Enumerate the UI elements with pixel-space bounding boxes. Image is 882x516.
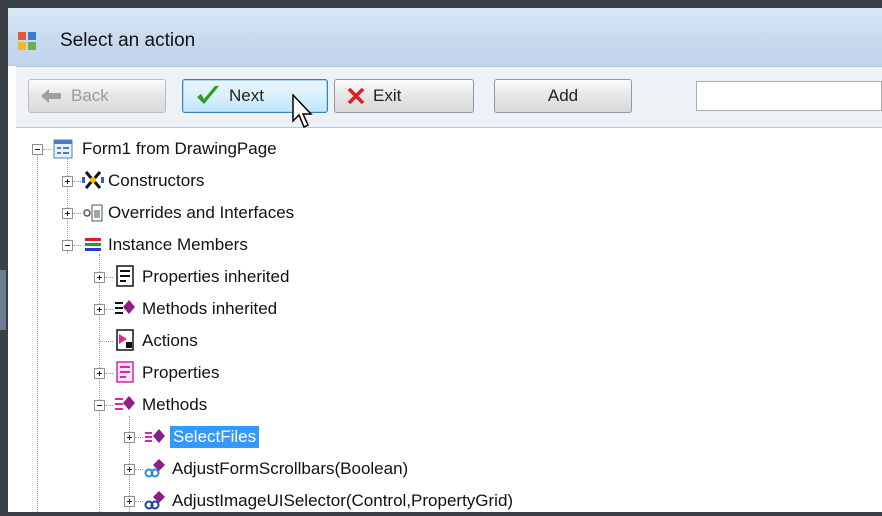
linked-method-icon bbox=[144, 459, 165, 478]
methods-inherited-icon bbox=[115, 300, 135, 314]
instance-members-icon bbox=[85, 238, 101, 251]
select-action-window: Select an action Back Next Exit Add Form… bbox=[8, 8, 882, 512]
tree-node-actions[interactable]: Actions bbox=[26, 326, 426, 356]
checkmark-icon bbox=[197, 86, 219, 104]
tree-node-label: SelectFiles bbox=[170, 426, 260, 448]
tree-node-label: Form1 from DrawingPage bbox=[82, 139, 277, 158]
search-input[interactable] bbox=[696, 81, 882, 111]
back-arrow-icon bbox=[41, 89, 61, 103]
tree-node-label: Overrides and Interfaces bbox=[108, 203, 295, 222]
expand-toggle[interactable] bbox=[62, 176, 73, 187]
properties-icon bbox=[116, 361, 134, 383]
expand-toggle[interactable] bbox=[94, 368, 105, 379]
tree-node-label: Instance Members bbox=[108, 235, 248, 254]
expand-toggle[interactable] bbox=[124, 432, 135, 443]
background-edge bbox=[0, 270, 6, 330]
mouse-cursor-icon bbox=[292, 94, 313, 129]
title-bar[interactable]: Select an action bbox=[8, 8, 882, 66]
tree-node-label: Constructors bbox=[108, 171, 205, 190]
methods-icon bbox=[115, 396, 135, 410]
tree-node-root[interactable]: Form1 from DrawingPage bbox=[26, 134, 426, 164]
tree-node-adjust-form-scrollbars[interactable]: AdjustFormScrollbars(Boolean) bbox=[26, 454, 546, 484]
tree-node-label: Methods bbox=[142, 395, 208, 414]
tree-node-overrides[interactable]: Overrides and Interfaces bbox=[26, 198, 426, 228]
collapse-toggle[interactable] bbox=[94, 400, 105, 411]
form-icon bbox=[53, 139, 73, 159]
collapse-toggle[interactable] bbox=[62, 240, 73, 251]
tree-node-label: Properties bbox=[142, 363, 220, 382]
window-title: Select an action bbox=[60, 30, 196, 51]
tree-node-instance-members[interactable]: Instance Members bbox=[26, 230, 426, 260]
tree-node-properties[interactable]: Properties bbox=[26, 358, 426, 388]
tree-node-selectfiles[interactable]: SelectFiles bbox=[26, 422, 446, 452]
action-tree: Form1 from DrawingPage Constructors Over… bbox=[26, 130, 882, 512]
back-button[interactable]: Back bbox=[28, 79, 166, 113]
add-label: Add bbox=[547, 86, 579, 105]
toolbar: Back Next Exit Add bbox=[16, 66, 882, 128]
tree-node-label: Actions bbox=[142, 331, 198, 350]
close-x-icon bbox=[347, 87, 365, 105]
interface-icon bbox=[83, 204, 103, 222]
expand-toggle[interactable] bbox=[62, 208, 73, 219]
expand-toggle[interactable] bbox=[94, 304, 105, 315]
tree-node-label: Methods inherited bbox=[142, 299, 278, 318]
expand-toggle[interactable] bbox=[94, 272, 105, 283]
method-icon bbox=[145, 429, 165, 443]
properties-inherited-icon bbox=[116, 265, 134, 287]
tree-node-label: AdjustFormScrollbars(Boolean) bbox=[172, 459, 409, 478]
collapse-toggle[interactable] bbox=[32, 144, 43, 155]
add-button[interactable]: Add bbox=[494, 79, 632, 113]
actions-icon bbox=[116, 329, 134, 351]
tree-node-label: AdjustImageUISelector(Control,PropertyGr… bbox=[172, 491, 514, 510]
tree-node-constructors[interactable]: Constructors bbox=[26, 166, 426, 196]
tree-node-methods-inherited[interactable]: Methods inherited bbox=[26, 294, 426, 324]
exit-label: Exit bbox=[373, 86, 402, 105]
expand-toggle[interactable] bbox=[124, 496, 135, 507]
exit-button[interactable]: Exit bbox=[334, 79, 474, 113]
expand-toggle[interactable] bbox=[124, 464, 135, 475]
tree-node-label: Properties inherited bbox=[142, 267, 290, 286]
tree-node-methods[interactable]: Methods bbox=[26, 390, 426, 420]
back-label: Back bbox=[71, 86, 109, 105]
tree-node-properties-inherited[interactable]: Properties inherited bbox=[26, 262, 426, 292]
next-label: Next bbox=[229, 86, 264, 105]
constructors-icon bbox=[82, 171, 104, 189]
app-icon bbox=[18, 32, 36, 50]
linked-method-icon bbox=[144, 491, 165, 510]
